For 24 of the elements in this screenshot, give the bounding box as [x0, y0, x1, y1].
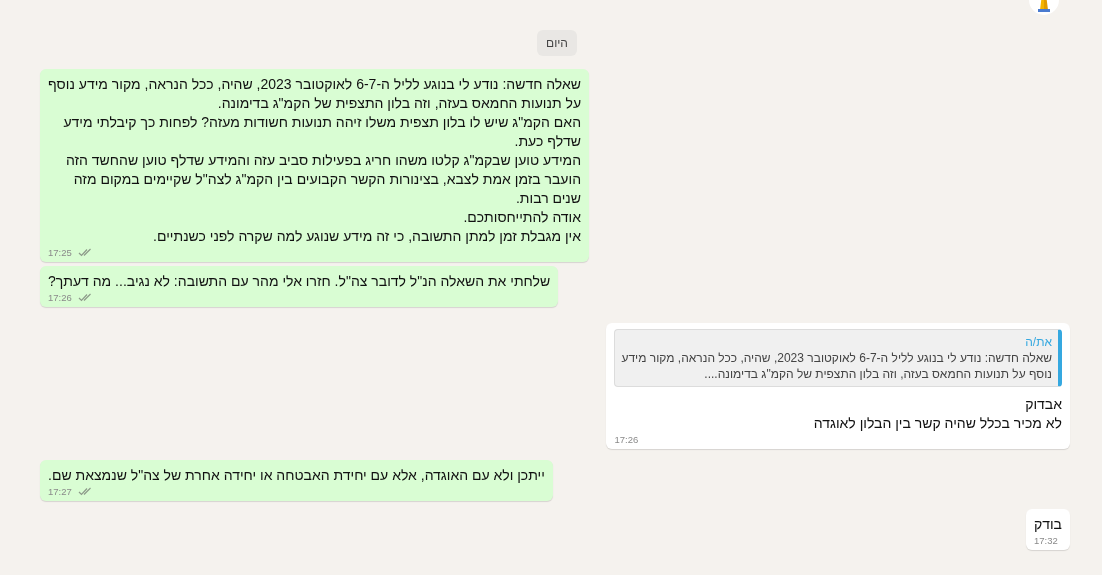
quote-sender: את/ה	[1024, 334, 1052, 350]
message-text: אין מגבלת זמן למתן התשובה, כי זה מידע שנוגע למה שקרה לפני כשנתיים.	[152, 227, 582, 246]
message-text: אבדוק	[1024, 395, 1062, 414]
message-time: 17:27	[48, 486, 72, 497]
message-text: בודק	[1033, 515, 1062, 534]
message-time: 17:26	[614, 434, 639, 445]
message-text: הועבר בזמן אמת לצבא, בצינורות הקשר הקבועים בין הקמ"ג לצה"ל שקיימים במקום מזה	[72, 170, 582, 189]
quoted-message[interactable]: את/ה שאלה חדשה: נודע לי בנוגע לליל ה-6-7 לאוקטובר 2023, שהיה, ככל הנראה, מקור מידע נוסף על תנועות החמאס בעזה, וזה בלון התצפית של הקמ"ג בדימונה....	[614, 329, 1062, 387]
message-text: המידע טוען שבקמ"ג קלטו משהו חריג בפעילות סביב עזה והמידע שדלף טוען שהחשד הזה	[64, 151, 582, 170]
quote-text: שאלה חדשה: נודע לי בנוגע לליל ה-6-7 לאוקטובר 2023, שהיה, ככל הנראה, מקור מידע	[621, 350, 1052, 366]
message-time: 17:32	[1033, 535, 1058, 546]
date-chip: היום	[537, 30, 577, 56]
message-time: 17:26	[48, 292, 72, 303]
message-text: שדלף כעת.	[513, 132, 582, 151]
message-text: שאלה חדשה: נודע לי בנוגע לליל ה-6-7 לאוקטובר 2023, שהיה, ככל הנראה, מקור מידע נוסף	[48, 75, 582, 94]
message-text: לא מכיר בכלל שהיה קשר בין הבלון לאוגדה	[812, 414, 1062, 433]
message-text: שנים רבות.	[515, 189, 582, 208]
message-text: אודה להתייחסותכם.	[462, 208, 582, 227]
quote-text: נוסף על תנועות החמאס בעזה, וזה בלון התצפית של הקמ"ג בדימונה....	[703, 366, 1052, 382]
message-time: 17:25	[48, 247, 72, 258]
message-text: ייתכן ולא עם האוגדה, אלא עם יחידת האבטחה או יחידה אחרת של צה"ל שנמצאת שם.	[48, 466, 545, 485]
message-text: שלחתי את השאלה הנ"ל לדובר צה"ל. חזרו אלי מהר עם התשובה: לא נגיב... מה דעתך?	[48, 272, 551, 291]
message-text: על תנועות החמאס בעזה, וזה בלון התצפית של הקמ"ג בדימונה.	[216, 94, 582, 113]
message-text: האם הקמ"ג שיש לו בלון תצפית משלו זיהה תנועות חשודות מעזה? לפחות כך קיבלתי מידע	[62, 113, 582, 132]
